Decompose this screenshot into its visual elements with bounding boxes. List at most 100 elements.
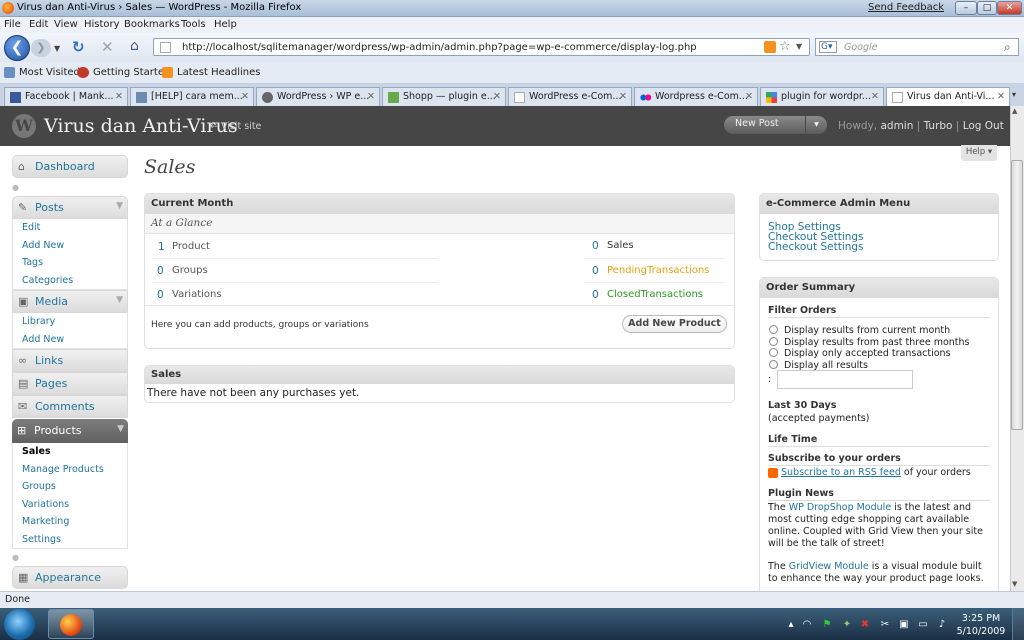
history-dropdown-icon[interactable]: ▼ <box>54 44 60 53</box>
submenu-library[interactable]: Library <box>13 313 127 331</box>
scroll-up-icon[interactable]: ▲ <box>1012 107 1017 115</box>
filter-text-input[interactable] <box>777 370 913 389</box>
flag-icon[interactable]: ⚑ <box>822 619 832 630</box>
help-button[interactable]: Help ▾ <box>961 145 997 161</box>
network-icon[interactable]: ◠ <box>802 619 812 630</box>
tab-close-icon[interactable]: ✕ <box>871 91 879 102</box>
checkout-settings-link-2[interactable]: Checkout Settings <box>768 242 864 253</box>
closed-transactions-label[interactable]: ClosedTransactions <box>607 289 703 300</box>
filter-radio-accepted[interactable] <box>769 348 778 357</box>
sidebar-item-appearance[interactable]: ▦ Appearance <box>12 566 128 589</box>
tab-shopp-plugin[interactable]: Shopp — plugin e... ✕ <box>382 87 506 106</box>
security-alert-icon[interactable]: ✖ <box>860 619 870 630</box>
dropshop-module-link[interactable]: WP DropShop Module <box>789 502 891 513</box>
sidebar-item-pages[interactable]: ▤ Pages <box>12 372 128 395</box>
tab-close-icon[interactable]: ✕ <box>241 91 249 102</box>
menu-edit[interactable]: Edit <box>29 19 48 30</box>
gridview-module-link[interactable]: GridView Module <box>789 561 869 572</box>
submenu-marketing[interactable]: Marketing <box>13 513 127 531</box>
scroll-down-icon[interactable]: ▼ <box>1012 580 1017 588</box>
show-desktop-button[interactable] <box>1012 608 1024 640</box>
submenu-variations[interactable]: Variations <box>13 496 127 514</box>
submenu-tags[interactable]: Tags <box>13 254 127 272</box>
tab-plugin-wordpress[interactable]: plugin for wordpr... ✕ <box>760 87 884 106</box>
taskbar-clock[interactable]: 3:25 PM 5/10/2009 <box>956 612 1006 638</box>
sidebar-item-links[interactable]: ∞ Links <box>12 349 128 372</box>
sidebar-item-posts[interactable]: ✎ Posts ▼ <box>12 196 128 219</box>
stop-icon[interactable]: ✕ <box>101 38 114 56</box>
menu-help[interactable]: Help <box>214 19 237 30</box>
chevron-down-icon[interactable]: ▼ <box>116 201 123 211</box>
taskbar-firefox-button[interactable] <box>48 609 94 639</box>
new-post-button[interactable]: New Post ▾ <box>724 116 827 134</box>
menu-view[interactable]: View <box>54 19 78 30</box>
search-bar[interactable]: G▾ Google ⌕ <box>815 38 1019 56</box>
back-button[interactable]: ❮ <box>4 35 30 61</box>
search-icon[interactable]: ⌕ <box>1004 40 1011 55</box>
tab-close-icon[interactable]: ✕ <box>367 91 375 102</box>
star-icon[interactable]: ☆ <box>779 39 791 54</box>
submenu-edit[interactable]: Edit <box>13 219 127 237</box>
tab-list-icon[interactable]: ▾ <box>1012 90 1016 99</box>
filter-radio-three-months[interactable] <box>769 337 778 346</box>
device-icon[interactable]: ▣ <box>899 619 909 630</box>
bookmark-getting-started[interactable]: Getting Started <box>93 67 170 78</box>
menu-file[interactable]: File <box>4 19 21 30</box>
tab-wordpress-wp[interactable]: WordPress › WP e... ✕ <box>256 87 380 106</box>
add-new-product-button[interactable]: Add New Product <box>622 315 727 333</box>
menu-bookmarks[interactable]: Bookmarks <box>124 19 180 30</box>
bookmark-latest-headlines[interactable]: Latest Headlines <box>177 67 261 78</box>
scrollbar-thumb[interactable] <box>1011 160 1023 430</box>
forward-button[interactable]: ❯ <box>31 39 51 57</box>
filter-radio-current-month[interactable] <box>769 325 778 334</box>
turbo-link[interactable]: Turbo <box>924 120 953 132</box>
maximize-button[interactable]: □ <box>977 1 997 15</box>
minimize-button[interactable]: – <box>955 1 977 15</box>
tab-wordpress-ecom-1[interactable]: WordPress e-Com... ✕ <box>508 87 632 106</box>
menu-history[interactable]: History <box>84 19 120 30</box>
sidebar-item-dashboard[interactable]: ⌂ Dashboard <box>12 155 128 178</box>
tab-wordpress-ecom-2[interactable]: Wordpress e-Com... ✕ <box>634 87 758 106</box>
url-dropdown-icon[interactable]: ▼ <box>796 42 802 51</box>
close-window-button[interactable]: ✕ <box>997 1 1022 15</box>
home-icon[interactable]: ⌂ <box>130 38 139 54</box>
tab-close-icon[interactable]: ✕ <box>619 91 627 102</box>
chevron-down-icon[interactable]: ▾ <box>805 116 827 134</box>
bookmark-most-visited[interactable]: Most Visited <box>19 67 80 78</box>
scissors-icon[interactable]: ✂ <box>880 619 890 630</box>
rss-subscribe-link[interactable]: Subscribe to an RSS feed <box>781 467 901 478</box>
tab-help-cara[interactable]: [HELP] cara mem... ✕ <box>130 87 254 106</box>
display-icon[interactable]: ▭ <box>918 619 928 630</box>
filter-radio-all[interactable] <box>769 360 778 369</box>
sales-label[interactable]: Sales <box>607 240 634 251</box>
sidebar-item-media[interactable]: ▣ Media ▼ <box>12 290 128 313</box>
show-hidden-icons[interactable]: ▴ <box>786 619 796 630</box>
start-button[interactable] <box>4 609 35 640</box>
url-bar[interactable]: http://localhost/sqlitemanager/wordpress… <box>153 38 810 56</box>
send-feedback-link[interactable]: Send Feedback <box>868 2 944 13</box>
visit-site-link[interactable]: ← Visit site <box>210 121 261 132</box>
google-engine-icon[interactable]: G▾ <box>819 41 837 53</box>
product-label[interactable]: Product <box>172 241 210 252</box>
variations-label[interactable]: Variations <box>172 289 222 300</box>
sidebar-item-comments[interactable]: ✉ Comments <box>12 395 128 418</box>
tab-virus-active[interactable]: Virus dan Anti-Vi... ✕ <box>886 87 1010 107</box>
submenu-settings[interactable]: Settings <box>13 531 127 549</box>
submenu-groups[interactable]: Groups <box>13 478 127 496</box>
sidebar-item-products[interactable]: ⊞ Products ▼ <box>12 419 128 443</box>
submenu-sales[interactable]: Sales <box>13 443 127 461</box>
submenu-categories[interactable]: Categories <box>13 272 127 290</box>
submenu-add-new-media[interactable]: Add New <box>13 331 127 349</box>
tab-close-icon[interactable]: ✕ <box>115 91 123 102</box>
antivirus-icon[interactable]: ✦ <box>842 619 852 630</box>
logout-link[interactable]: Log Out <box>963 120 1004 132</box>
tab-close-icon[interactable]: ✕ <box>493 91 501 102</box>
submenu-add-new[interactable]: Add New <box>13 237 127 255</box>
tab-close-icon[interactable]: ✕ <box>997 91 1005 102</box>
tab-close-icon[interactable]: ✕ <box>745 91 753 102</box>
volume-icon[interactable]: ♪ <box>937 619 947 630</box>
chevron-down-icon[interactable]: ▼ <box>117 424 124 434</box>
reload-icon[interactable]: ↻ <box>72 38 85 56</box>
user-link[interactable]: admin <box>880 120 913 132</box>
pending-transactions-label[interactable]: PendingTransactions <box>607 265 709 276</box>
